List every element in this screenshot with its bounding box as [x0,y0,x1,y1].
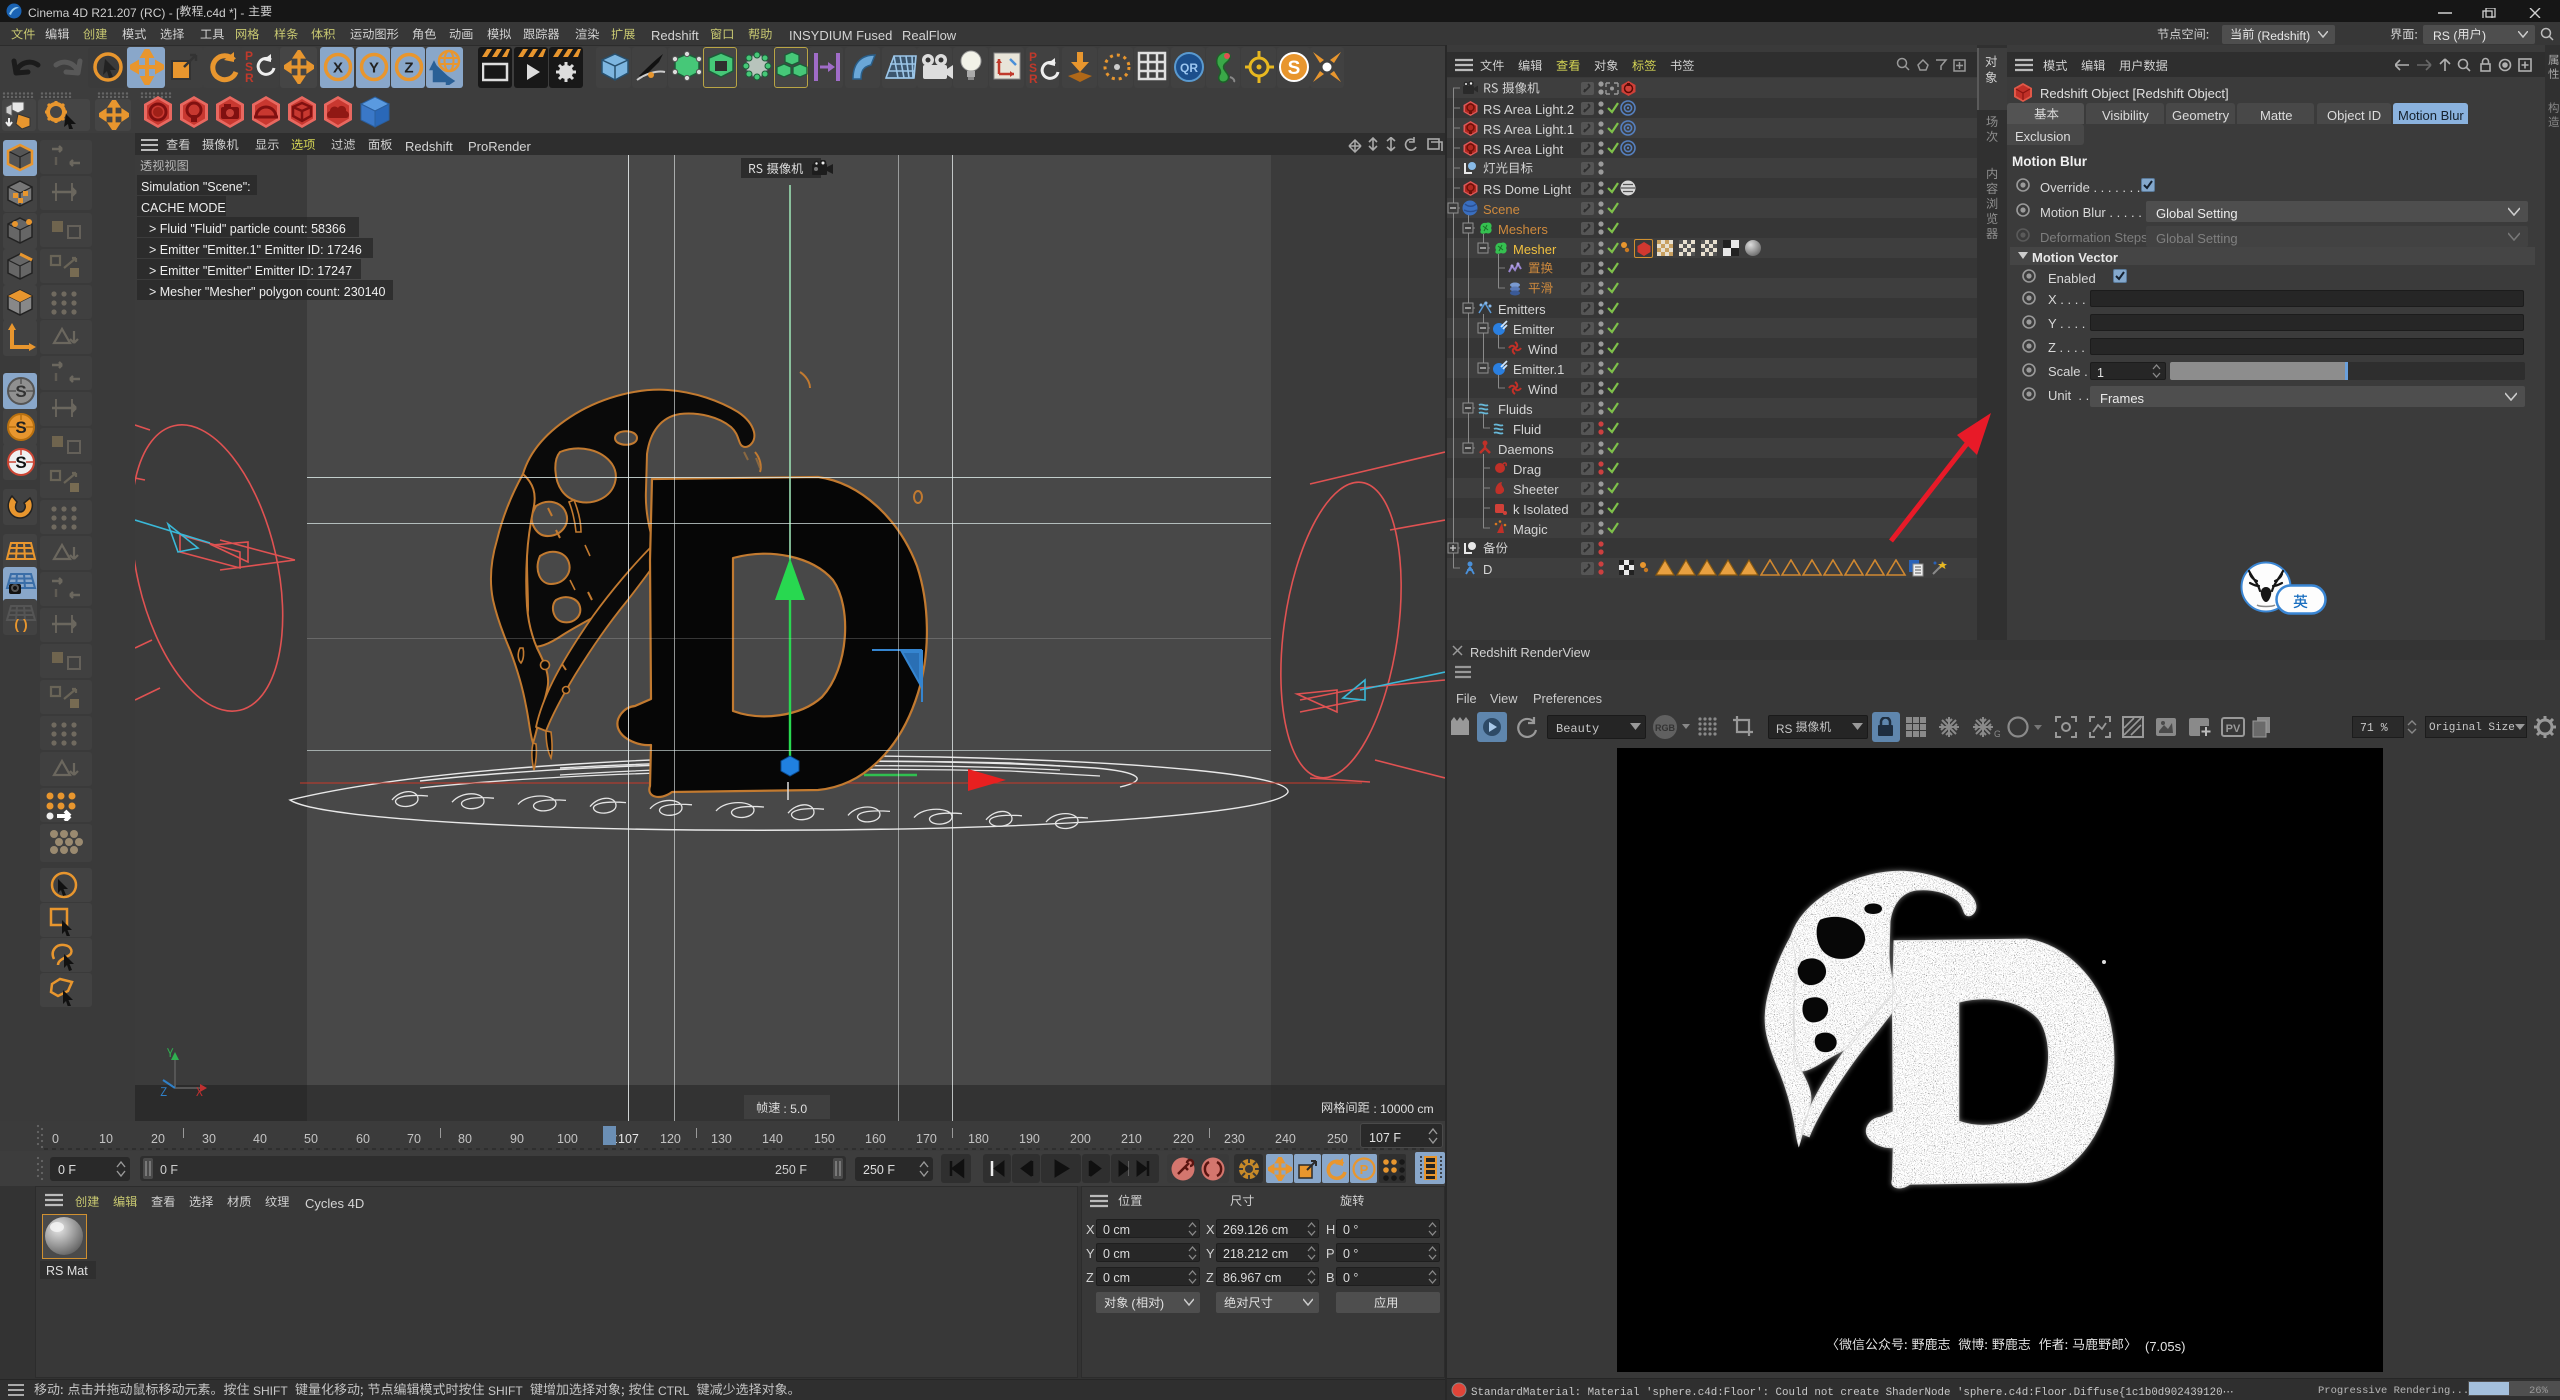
svg-text:RGB: RGB [1655,723,1676,733]
svg-text:( ): ( ) [14,616,27,632]
svg-text:Y: Y [368,60,378,77]
svg-text:R: R [245,71,254,85]
svg-text:PV: PV [2226,723,2241,735]
svg-text:Z: Z [404,60,413,77]
svg-text:P: P [1360,1162,1369,1177]
svg-text:QR: QR [1180,61,1198,75]
svg-text:G: G [1994,729,2000,738]
svg-text:R: R [1029,72,1038,86]
svg-text:S: S [15,453,26,472]
svg-text:S: S [15,382,26,401]
svg-text:X: X [333,60,343,77]
svg-text:S: S [15,418,26,437]
svg-text:S: S [1288,58,1301,79]
